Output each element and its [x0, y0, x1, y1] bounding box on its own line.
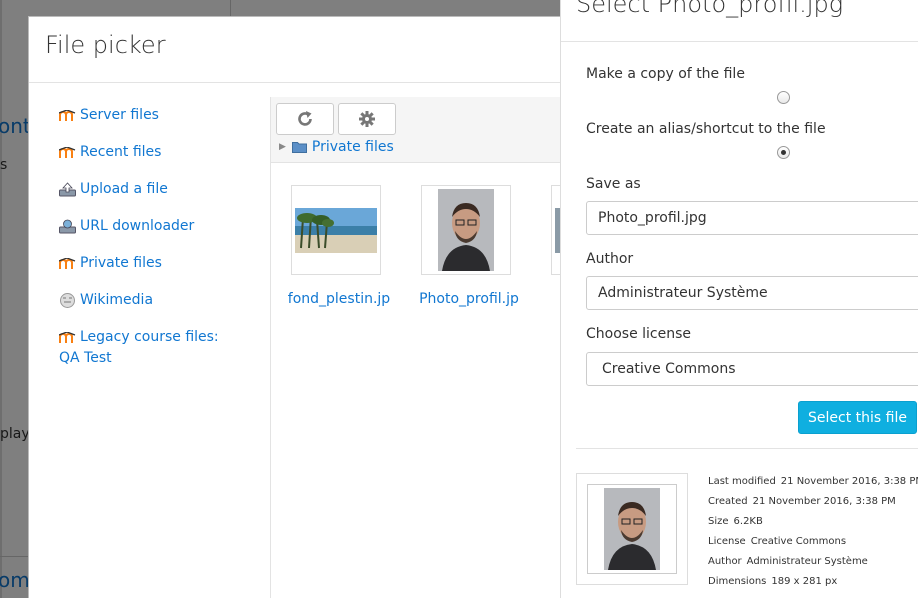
gear-icon — [359, 111, 375, 127]
select-file-panel: Select Photo_profil.jpg Make a copy of t… — [560, 0, 918, 598]
file-name[interactable]: Photo_profil.jp — [414, 291, 524, 307]
file-thumbnail[interactable] — [291, 185, 381, 275]
repo-item-upload-file[interactable]: Upload a file — [29, 179, 269, 200]
copy-option-label: Make a copy of the file — [586, 66, 745, 82]
upload-icon — [59, 182, 76, 197]
url-icon — [59, 219, 76, 234]
repo-label: Recent files — [80, 144, 162, 160]
meta-author: Author Administrateur Système — [708, 556, 868, 567]
meta-dimensions: Dimensions 189 x 281 px — [708, 576, 838, 587]
moodle-icon — [59, 145, 76, 160]
panel-title: Select Photo_profil.jpg — [576, 0, 844, 18]
file-thumbnail[interactable] — [421, 185, 511, 275]
folder-icon — [291, 142, 307, 153]
repo-label: URL downloader — [80, 218, 195, 234]
repo-item-wikimedia[interactable]: Wikimedia — [29, 290, 269, 311]
repo-item-server-files[interactable]: Server files — [29, 105, 269, 126]
repo-label: Wikimedia — [80, 292, 154, 308]
license-select[interactable]: Creative Commons — [586, 352, 918, 386]
refresh-button[interactable] — [276, 103, 334, 135]
file-picker-title: File picker — [45, 31, 166, 59]
moodle-icon — [59, 256, 76, 271]
meta-license: License Creative Commons — [708, 536, 847, 547]
file-name[interactable]: fond_plestin.jp — [284, 291, 394, 307]
repo-label-line2: QA Test — [59, 350, 112, 366]
file-tile[interactable]: Photo_profil.jp — [419, 185, 519, 307]
file-metadata: Last modified 21 November 2016, 3:38 PM C… — [708, 472, 918, 592]
meta-last-modified: Last modified 21 November 2016, 3:38 PM — [708, 476, 918, 487]
repo-label: Server files — [80, 107, 159, 123]
repo-item-recent-files[interactable]: Recent files — [29, 142, 269, 163]
breadcrumb-private-files[interactable]: Private files — [312, 139, 394, 155]
file-toolbar: ▶ Private files — [271, 97, 607, 163]
license-label: Choose license — [586, 326, 692, 342]
repo-label: Private files — [80, 255, 162, 271]
repo-label: Legacy course files: QA Test — [59, 327, 219, 369]
settings-button[interactable] — [338, 103, 396, 135]
file-picker-body: Server files Recent files Upload a file … — [29, 83, 641, 598]
moodle-icon — [59, 108, 76, 123]
caret-right-icon: ▶ — [279, 142, 286, 152]
select-this-file-button[interactable]: Select this file — [798, 401, 917, 434]
file-picker-header: File picker — [29, 17, 607, 83]
saveas-label: Save as — [586, 176, 641, 192]
file-preview — [576, 473, 688, 585]
repo-label-line1: Legacy course files: — [80, 329, 219, 345]
repo-item-private-files[interactable]: Private files — [29, 253, 269, 274]
repository-list: Server files Recent files Upload a file … — [29, 83, 269, 598]
preview-frame — [587, 484, 677, 574]
saveas-input[interactable]: Photo_profil.jpg — [586, 201, 918, 235]
alias-radio[interactable] — [777, 146, 790, 159]
alias-option-label: Create an alias/shortcut to the file — [586, 121, 826, 137]
repo-item-url-downloader[interactable]: URL downloader — [29, 216, 269, 237]
meta-size: Size 6.2KB — [708, 516, 763, 527]
breadcrumb: ▶ Private files — [279, 139, 394, 155]
author-input[interactable]: Administrateur Système — [586, 276, 918, 310]
moodle-icon — [59, 330, 76, 345]
repo-item-legacy-course-files[interactable]: Legacy course files: QA Test — [29, 327, 269, 369]
copy-radio[interactable] — [777, 91, 790, 104]
portrait-thumbnail — [438, 189, 494, 271]
file-tile[interactable]: fond_plestin.jp — [288, 185, 390, 307]
portrait-preview — [604, 488, 660, 570]
divider — [576, 448, 918, 449]
file-content-area: ▶ Private files fond_plestin.jp Photo_pr… — [270, 97, 641, 598]
file-picker-dialog: File picker Server files Recent files Up… — [28, 16, 641, 598]
author-label: Author — [586, 251, 634, 267]
repo-label: Upload a file — [80, 181, 168, 197]
refresh-icon — [298, 111, 312, 126]
divider — [561, 41, 918, 42]
meta-created: Created 21 November 2016, 3:38 PM — [708, 496, 896, 507]
beach-thumbnail — [295, 207, 377, 253]
wikimedia-icon — [59, 293, 76, 308]
